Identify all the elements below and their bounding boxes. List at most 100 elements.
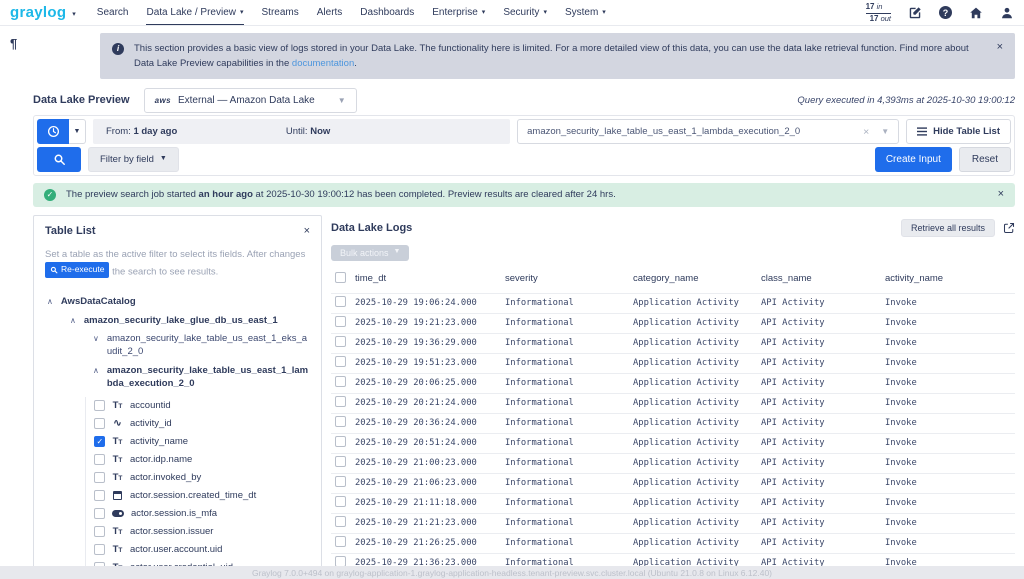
hide-table-list-button[interactable]: Hide Table List (906, 119, 1011, 144)
field-checkbox[interactable] (94, 544, 105, 555)
banner-close-icon[interactable]: × (998, 188, 1004, 201)
row-checkbox[interactable] (335, 436, 346, 447)
nav-item[interactable]: Dashboards (360, 0, 414, 25)
throughput-counter[interactable]: 17 in 17 out (866, 2, 891, 24)
user-account-icon[interactable] (1000, 6, 1014, 20)
field-item[interactable]: actor.session.issuer (94, 523, 310, 541)
log-row[interactable]: 2025-10-29 20:51:24.000 Informational Ap… (331, 433, 1015, 453)
log-row[interactable]: 2025-10-29 19:21:23.000 Informational Ap… (331, 313, 1015, 333)
row-checkbox[interactable] (335, 516, 346, 527)
tree-caret-icon[interactable] (70, 316, 76, 328)
field-type-icon (111, 400, 124, 411)
tree-node[interactable]: amazon_security_lake_table_us_east_1_eks… (93, 330, 310, 362)
field-checkbox[interactable] (94, 490, 105, 501)
field-checkbox[interactable] (94, 526, 105, 537)
nav-item[interactable]: Streams (262, 0, 299, 25)
row-checkbox[interactable] (335, 316, 346, 327)
tree-node[interactable]: AwsDataCatalog (47, 293, 310, 312)
log-row[interactable]: 2025-10-29 21:06:23.000 Informational Ap… (331, 473, 1015, 493)
row-checkbox[interactable] (335, 456, 346, 467)
time-range-display[interactable]: From: 1 day ago Until: Now (93, 119, 510, 144)
cell-activity-name: Invoke (881, 413, 1015, 433)
help-icon[interactable]: ? (939, 6, 952, 19)
select-all-checkbox[interactable] (335, 272, 346, 283)
logo-menu-caret-icon[interactable]: ▾ (72, 10, 76, 18)
filter-by-field-button[interactable]: Filter by field ▼ (88, 147, 179, 172)
preview-toolbar: Data Lake Preview aws External — Amazon … (33, 87, 1015, 113)
nav-item[interactable]: Data Lake / Preview (146, 0, 243, 25)
table-list-close-icon[interactable]: × (304, 225, 310, 238)
create-input-button[interactable]: Create Input (875, 147, 952, 172)
row-checkbox[interactable] (335, 476, 346, 487)
log-row[interactable]: 2025-10-29 21:26:25.000 Informational Ap… (331, 533, 1015, 553)
reset-button[interactable]: Reset (959, 147, 1011, 172)
nav-item[interactable]: Alerts (317, 0, 343, 25)
throughput-out-value: 17 (870, 14, 879, 23)
row-checkbox[interactable] (335, 396, 346, 407)
field-checkbox[interactable] (94, 508, 105, 519)
documentation-link[interactable]: documentation (292, 58, 354, 69)
clear-table-icon[interactable]: × (863, 126, 869, 138)
search-button[interactable] (37, 147, 81, 172)
field-checkbox[interactable] (94, 436, 105, 447)
log-row[interactable]: 2025-10-29 21:11:18.000 Informational Ap… (331, 493, 1015, 513)
time-range-caret-button[interactable]: ▼ (69, 119, 86, 144)
graylog-logo[interactable]: graylog (10, 4, 66, 21)
time-range-button[interactable] (37, 119, 69, 144)
field-item[interactable]: activity_name (94, 433, 310, 451)
field-item[interactable]: activity_id (94, 415, 310, 433)
data-lake-source-select[interactable]: aws External — Amazon Data Lake ▼ (144, 88, 357, 113)
field-item[interactable]: accountid (94, 397, 310, 415)
tree-caret-icon[interactable] (47, 297, 53, 309)
log-row[interactable]: 2025-10-29 21:21:23.000 Informational Ap… (331, 513, 1015, 533)
retrieve-all-results-button[interactable]: Retrieve all results (901, 219, 995, 237)
column-header[interactable]: category_name (629, 270, 757, 294)
column-header[interactable]: class_name (757, 270, 881, 294)
log-row[interactable]: 2025-10-29 21:00:23.000 Informational Ap… (331, 453, 1015, 473)
cell-category-name: Application Activity (629, 333, 757, 353)
re-execute-button[interactable]: Re-execute (45, 262, 109, 277)
field-checkbox[interactable] (94, 472, 105, 483)
field-item[interactable]: actor.session.is_mfa (94, 505, 310, 523)
tree-caret-icon[interactable] (93, 334, 99, 359)
info-banner-close-icon[interactable]: × (997, 41, 1003, 54)
log-row[interactable]: 2025-10-29 19:36:29.000 Informational Ap… (331, 333, 1015, 353)
home-icon[interactable] (969, 6, 983, 20)
nav-item[interactable]: Search (97, 0, 129, 25)
active-table-value: amazon_security_lake_table_us_east_1_lam… (527, 126, 800, 137)
field-item[interactable]: actor.idp.name (94, 451, 310, 469)
tree-node[interactable]: amazon_security_lake_table_us_east_1_lam… (93, 362, 310, 394)
column-header[interactable]: activity_name (881, 270, 1015, 294)
field-checkbox[interactable] (94, 454, 105, 465)
column-header[interactable]: severity (501, 270, 629, 294)
nav-item[interactable]: Enterprise (432, 0, 485, 25)
field-item[interactable]: actor.session.created_time_dt (94, 487, 310, 505)
log-row[interactable]: 2025-10-29 20:36:24.000 Informational Ap… (331, 413, 1015, 433)
column-header[interactable]: time_dt (351, 270, 501, 294)
log-row[interactable]: 2025-10-29 19:51:23.000 Informational Ap… (331, 353, 1015, 373)
row-checkbox[interactable] (335, 376, 346, 387)
row-checkbox[interactable] (335, 416, 346, 427)
row-checkbox[interactable] (335, 356, 346, 367)
field-checkbox[interactable] (94, 418, 105, 429)
cell-class-name: API Activity (757, 353, 881, 373)
log-row[interactable]: 2025-10-29 19:06:24.000 Informational Ap… (331, 293, 1015, 313)
field-checkbox[interactable] (94, 400, 105, 411)
edit-scratchpad-icon[interactable] (908, 6, 922, 20)
row-checkbox[interactable] (335, 496, 346, 507)
open-external-icon[interactable] (1003, 222, 1015, 234)
chevron-down-icon[interactable]: ▼ (881, 127, 889, 136)
nav-item-caret-icon (539, 7, 547, 18)
active-table-select[interactable]: amazon_security_lake_table_us_east_1_lam… (517, 119, 899, 144)
tree-node[interactable]: amazon_security_lake_glue_db_us_east_1 (70, 312, 310, 331)
log-row[interactable]: 2025-10-29 20:21:24.000 Informational Ap… (331, 393, 1015, 413)
nav-item[interactable]: System (565, 0, 606, 25)
field-item[interactable]: actor.user.account.uid (94, 541, 310, 559)
row-checkbox[interactable] (335, 336, 346, 347)
row-checkbox[interactable] (335, 296, 346, 307)
nav-item[interactable]: Security (503, 0, 547, 25)
row-checkbox[interactable] (335, 536, 346, 547)
field-item[interactable]: actor.invoked_by (94, 469, 310, 487)
log-row[interactable]: 2025-10-29 20:06:25.000 Informational Ap… (331, 373, 1015, 393)
tree-caret-icon[interactable] (93, 366, 99, 391)
